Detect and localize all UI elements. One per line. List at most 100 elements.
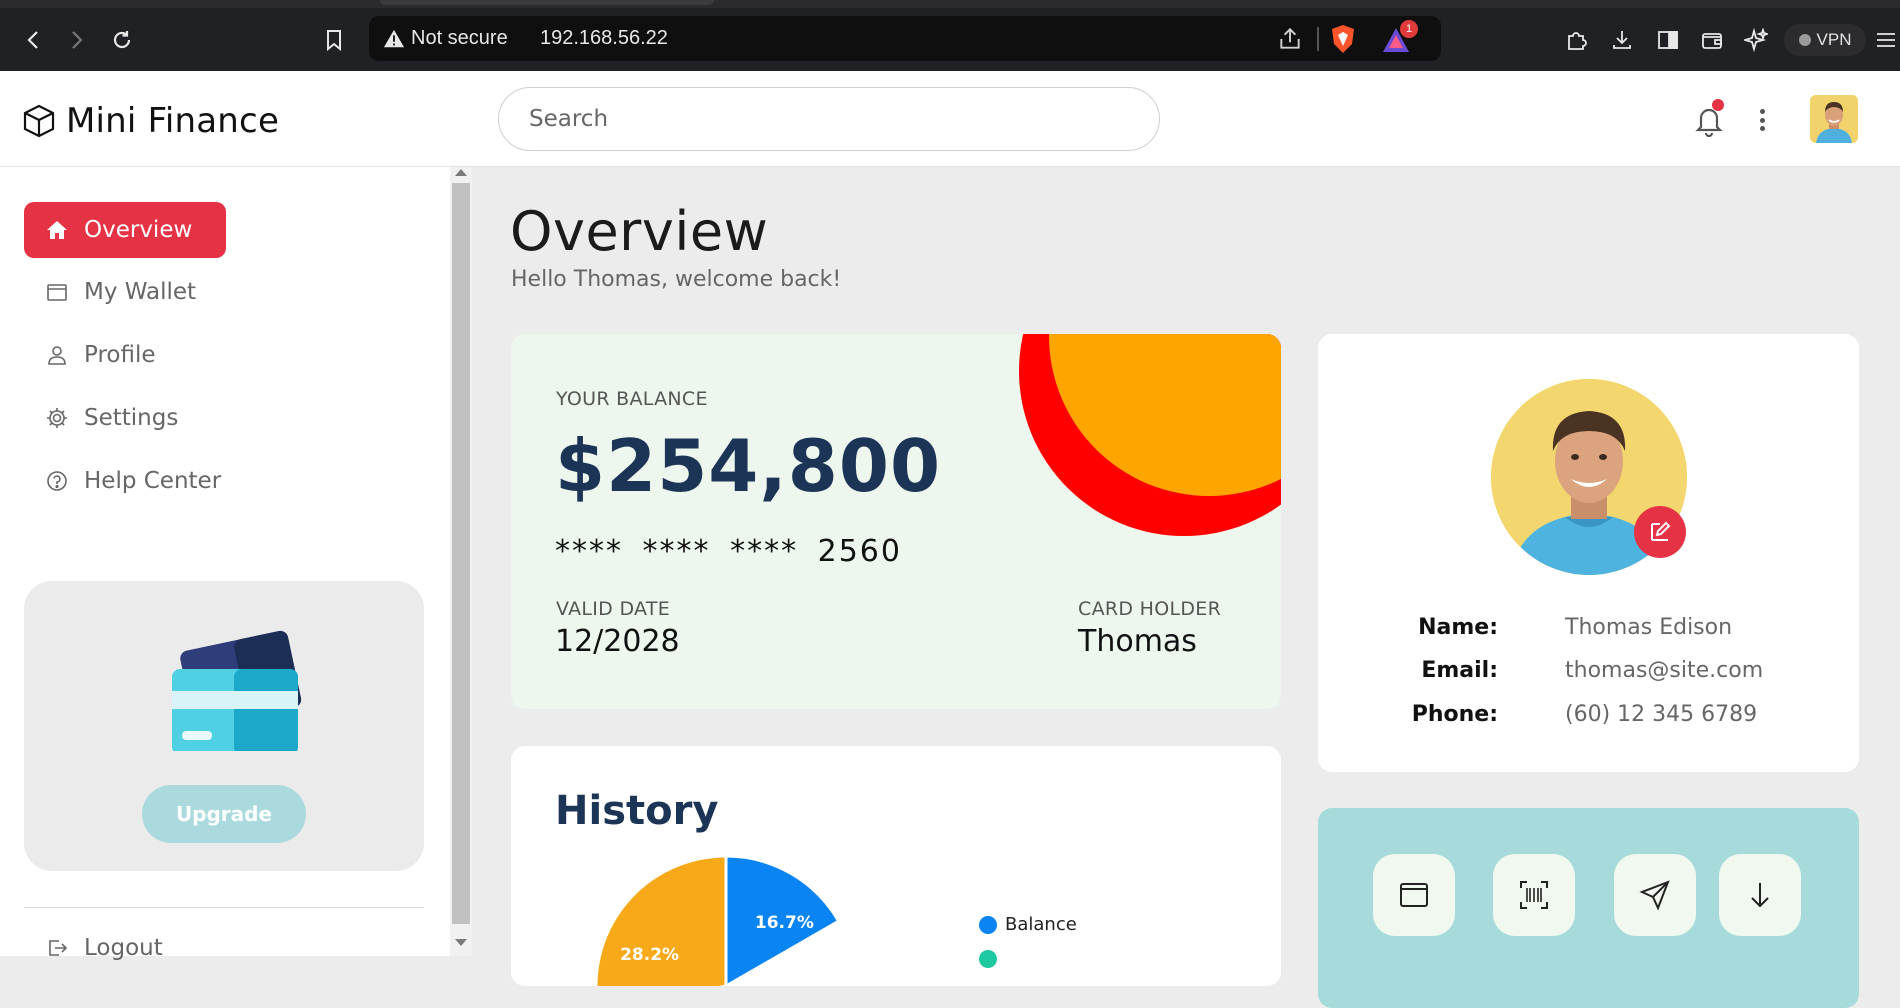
- upgrade-promo: Upgrade: [24, 581, 424, 871]
- forward-icon[interactable]: [58, 22, 94, 58]
- valid-date: 12/2028: [555, 624, 680, 659]
- leo-ai-icon[interactable]: [1738, 22, 1774, 58]
- vpn-button[interactable]: VPN: [1784, 24, 1866, 56]
- scrollbar-thumb[interactable]: [452, 183, 470, 924]
- history-pie-chart: 16.7% 28.2%: [594, 854, 841, 986]
- sidebar: Overview My Wallet Profile Settings Help…: [0, 167, 450, 961]
- browser-toolbar: Not secure 192.168.56.22 1 VPN: [0, 0, 1900, 71]
- logout-label: Logout: [84, 935, 163, 961]
- sidebar-item-settings[interactable]: Settings: [24, 390, 226, 446]
- user-icon: [48, 346, 66, 365]
- brand-logo[interactable]: Mini Finance: [22, 101, 279, 141]
- profile-phone: (60) 12 345 6789: [1565, 702, 1758, 727]
- profile-name: Thomas Edison: [1565, 615, 1733, 640]
- edit-profile-button[interactable]: [1634, 506, 1686, 558]
- balance-card: YOUR BALANCE $254,800 **** **** **** 256…: [511, 334, 1281, 709]
- sidebar-scrollbar[interactable]: [450, 167, 472, 956]
- wallet-icon: [47, 284, 67, 301]
- wallet-browser-icon[interactable]: [1694, 22, 1730, 58]
- sidebar-item-label: Profile: [84, 342, 156, 368]
- sidebar-item-help-center[interactable]: Help Center: [24, 453, 264, 509]
- phone-label: Phone:: [1411, 702, 1498, 727]
- pie-slice-other[interactable]: [594, 854, 728, 986]
- sidebar-item-label: My Wallet: [84, 279, 197, 305]
- balance-label: YOUR BALANCE: [556, 388, 708, 410]
- download-icon: [1751, 883, 1769, 908]
- cube-icon: [23, 104, 55, 138]
- warning-icon: [383, 29, 405, 48]
- card-holder-label: CARD HOLDER: [1078, 598, 1222, 620]
- legend-label: Balance: [1005, 914, 1077, 935]
- quick-actions: [1318, 808, 1859, 1008]
- profile-email: thomas@site.com: [1565, 658, 1764, 683]
- notification-button[interactable]: [1693, 99, 1725, 138]
- sidebar-item-label: Settings: [84, 405, 179, 431]
- credit-cards-illustration: [172, 630, 302, 751]
- sidebar-toggle-icon[interactable]: [1650, 22, 1686, 58]
- upgrade-button[interactable]: Upgrade: [142, 785, 306, 843]
- download-icon[interactable]: [1604, 22, 1640, 58]
- sidebar-item-label: Help Center: [84, 468, 222, 494]
- name-label: Name:: [1418, 615, 1498, 640]
- share-icon[interactable]: [1277, 26, 1303, 52]
- logout-link[interactable]: Logout: [46, 935, 163, 961]
- search-input[interactable]: [529, 88, 1129, 150]
- scroll-down-arrow-icon[interactable]: [455, 939, 467, 946]
- search-box[interactable]: [498, 87, 1160, 151]
- vpn-label: VPN: [1816, 30, 1852, 49]
- home-icon: [47, 221, 67, 239]
- send-action-button[interactable]: [1614, 854, 1696, 936]
- tab-strip: [0, 0, 1900, 8]
- email-label: Email:: [1421, 658, 1498, 683]
- app-header: Mini Finance: [0, 71, 1900, 167]
- security-label[interactable]: Not secure: [411, 27, 508, 50]
- scroll-up-arrow-icon[interactable]: [455, 169, 467, 176]
- page-subtitle: Hello Thomas, welcome back!: [511, 267, 842, 292]
- active-tab-edge[interactable]: [380, 0, 714, 5]
- bookmark-icon[interactable]: [316, 22, 352, 58]
- legend-item[interactable]: Balance: [979, 914, 1077, 935]
- vpn-status-icon: [1798, 34, 1811, 46]
- profile-phone-row: Phone: (60) 12 345 6789: [1318, 702, 1859, 732]
- menu-icon[interactable]: [1868, 22, 1900, 58]
- address-bar[interactable]: Not secure 192.168.56.22 1: [369, 16, 1441, 61]
- legend-swatch: [979, 915, 997, 934]
- page-title: Overview: [510, 200, 769, 263]
- sidebar-divider: [24, 907, 424, 908]
- gear-icon: [47, 408, 67, 428]
- brand-name: Mini Finance: [66, 101, 280, 141]
- card-holder: Thomas: [1078, 624, 1197, 659]
- wallet-icon: [1400, 883, 1428, 907]
- edit-icon: [1651, 521, 1671, 541]
- wallet-action-button[interactable]: [1373, 854, 1455, 936]
- more-options-icon[interactable]: [1752, 105, 1772, 135]
- balance-amount: $254,800: [555, 424, 942, 508]
- barcode-icon: [1520, 881, 1548, 909]
- sidebar-item-label: Overview: [84, 217, 193, 243]
- reload-icon[interactable]: [104, 22, 140, 58]
- history-card: History 16.7% 28.2% Balance: [511, 746, 1281, 986]
- help-icon: [47, 471, 67, 491]
- rewards-badge: 1: [1400, 20, 1418, 38]
- back-icon[interactable]: [16, 22, 52, 58]
- pie-data-label: 16.7%: [755, 913, 814, 933]
- send-icon: [1639, 880, 1670, 911]
- address-separator: [1317, 27, 1319, 51]
- legend-swatch-2: [979, 950, 997, 968]
- card-number: **** **** **** 2560: [555, 534, 902, 569]
- profile-email-row: Email: thomas@site.com: [1318, 658, 1859, 688]
- url-text[interactable]: 192.168.56.22: [540, 27, 668, 50]
- download-action-button[interactable]: [1719, 854, 1801, 936]
- notification-dot: [1712, 99, 1724, 111]
- valid-date-label: VALID DATE: [556, 598, 671, 620]
- scan-action-button[interactable]: [1493, 854, 1575, 936]
- brave-shields-icon[interactable]: [1329, 24, 1357, 54]
- sidebar-item-overview[interactable]: Overview: [24, 202, 226, 258]
- sidebar-item-my-wallet[interactable]: My Wallet: [24, 264, 226, 320]
- profile-name-row: Name: Thomas Edison: [1318, 615, 1859, 645]
- avatar[interactable]: [1810, 95, 1858, 143]
- extensions-icon[interactable]: [1558, 22, 1594, 58]
- pie-data-label: 28.2%: [620, 945, 679, 965]
- sidebar-item-profile[interactable]: Profile: [24, 327, 226, 383]
- profile-card: Name: Thomas Edison Email: thomas@site.c…: [1318, 334, 1859, 772]
